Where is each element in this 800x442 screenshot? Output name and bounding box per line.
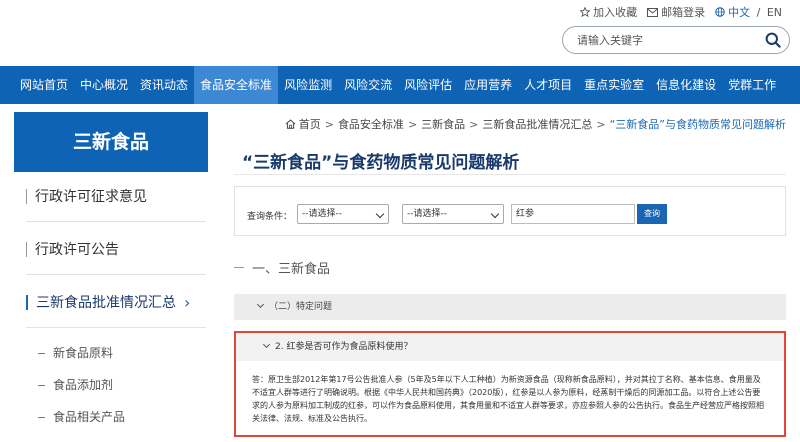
breadcrumb-new-foods[interactable]: 三新食品 xyxy=(421,116,465,132)
chevron-down-icon xyxy=(262,340,271,349)
nav-item-food-safety-standards[interactable]: 食品安全标准 xyxy=(194,66,279,104)
chevron-down-icon xyxy=(490,209,500,219)
category-select-value: --请选择-- xyxy=(302,209,342,219)
breadcrumb-home[interactable]: 首页 xyxy=(299,116,321,132)
breadcrumb-separator: > xyxy=(469,117,479,131)
sidebar-item-license-announcement[interactable]: 行政许可公告 xyxy=(26,239,206,259)
nav-item-informatization[interactable]: 信息化建设 xyxy=(650,66,722,104)
sidebar-item-marker xyxy=(26,241,27,257)
chevron-down-icon xyxy=(256,300,265,309)
sidebar-item-label: 行政许可征求意见 xyxy=(35,189,147,205)
sidebar: 三新食品 行政许可征求意见 行政许可公告 三新食品批准情况汇总 › 新食品原料 … xyxy=(14,112,208,442)
dash-icon xyxy=(234,267,244,268)
home-icon[interactable] xyxy=(285,119,296,129)
breadcrumb-separator: > xyxy=(407,117,418,131)
sidebar-divider xyxy=(26,327,206,328)
sidebar-subitem-label: 食品相关产品 xyxy=(53,410,126,424)
add-favorite-link[interactable]: 加入收藏 xyxy=(580,4,637,20)
breadcrumb: 首页 > 食品安全标准 > 三新食品 > 三新食品批准情况汇总 > “三新食品”… xyxy=(285,116,786,132)
subcategory-select-value: --请选择-- xyxy=(407,209,447,219)
breadcrumb-separator: > xyxy=(596,117,606,131)
mail-icon xyxy=(647,7,659,17)
section-title: 一、三新食品 xyxy=(234,258,330,277)
search-box xyxy=(562,26,790,54)
sidebar-divider xyxy=(26,221,206,222)
lang-zh[interactable]: 中文 xyxy=(728,4,750,20)
sidebar-divider xyxy=(26,274,206,275)
category-select[interactable]: --请选择-- xyxy=(297,204,389,224)
nav-item-news[interactable]: 资讯动态 xyxy=(134,66,194,104)
dash-icon xyxy=(38,417,45,418)
nav-item-overview[interactable]: 中心概况 xyxy=(74,66,134,104)
nav-item-talent-projects[interactable]: 人才项目 xyxy=(518,66,578,104)
main-nav: 网站首页 中心概况 资讯动态 食品安全标准 风险监测 风险交流 风险评估 应用营… xyxy=(0,66,800,104)
query-button[interactable]: 查询 xyxy=(637,204,667,224)
sidebar-subitem-food-related-products[interactable]: 食品相关产品 xyxy=(38,408,125,425)
breadcrumb-food-safety-standards[interactable]: 食品安全标准 xyxy=(338,116,404,132)
chevron-down-icon xyxy=(375,209,385,219)
sidebar-item-label: 三新食品批准情况汇总 xyxy=(36,295,176,311)
page-title: “三新食品”与食药物质常见问题解析 xyxy=(242,153,520,173)
sidebar-item-approval-summary[interactable]: 三新食品批准情况汇总 › xyxy=(26,292,206,312)
nav-item-risk-assessment[interactable]: 风险评估 xyxy=(398,66,458,104)
nav-item-party-work[interactable]: 党群工作 xyxy=(722,66,782,104)
nav-item-risk-communication[interactable]: 风险交流 xyxy=(338,66,398,104)
qa-item-highlighted: 2. 红参是否可作为食品原料使用？ 答：原卫生部2012年第17号公告批准人参（… xyxy=(234,331,786,437)
sidebar-subitem-new-food-materials[interactable]: 新食品原料 xyxy=(38,344,113,361)
subcategory-select[interactable]: --请选择-- xyxy=(402,204,504,224)
section-title-text: 一、三新食品 xyxy=(252,262,331,277)
answer-text: 答：原卫生部2012年第17号公告批准人参（5年及5年以下人工种植）为新资源食品… xyxy=(252,375,764,423)
sidebar-item-marker xyxy=(26,294,28,310)
breadcrumb-separator: > xyxy=(324,117,334,131)
sidebar-title: 三新食品 xyxy=(14,112,208,172)
dash-icon xyxy=(38,353,45,354)
filter-label: 查询条件： xyxy=(247,212,293,222)
star-icon xyxy=(580,7,591,17)
chevron-right-icon: › xyxy=(184,292,191,312)
nav-item-applied-nutrition[interactable]: 应用营养 xyxy=(458,66,518,104)
nav-item-risk-monitoring[interactable]: 风险监测 xyxy=(278,66,338,104)
dash-icon xyxy=(38,385,45,386)
sidebar-subitem-label: 食品添加剂 xyxy=(53,378,114,392)
sidebar-subitem-food-additives[interactable]: 食品添加剂 xyxy=(38,376,113,393)
sidebar-item-marker xyxy=(26,188,27,204)
keyword-input[interactable]: 红参 xyxy=(511,204,635,224)
breadcrumb-approval-summary[interactable]: 三新食品批准情况汇总 xyxy=(482,116,592,132)
sidebar-item-license-consultation[interactable]: 行政许可征求意见 xyxy=(26,186,206,206)
add-favorite-label: 加入收藏 xyxy=(593,6,638,19)
globe-icon xyxy=(715,7,725,17)
mail-login-label: 邮箱登录 xyxy=(661,6,706,19)
top-links: 加入收藏 邮箱登录 中文 / EN xyxy=(580,4,782,20)
filter-panel: 查询条件： --请选择-- --请选择-- 红参 查询 xyxy=(234,186,786,236)
lang-en[interactable]: EN xyxy=(767,6,782,19)
search-icon[interactable] xyxy=(765,32,781,48)
language-switch[interactable]: 中文 / EN xyxy=(715,4,782,20)
question-toggle[interactable]: 2. 红参是否可作为食品原料使用？ xyxy=(236,333,784,361)
title-divider xyxy=(234,174,786,175)
lang-separator: / xyxy=(753,5,764,19)
subsection-title: （二）特定问题 xyxy=(269,302,333,312)
subsection-toggle[interactable]: （二）特定问题 xyxy=(234,294,786,320)
breadcrumb-current: “三新食品”与食药物质常见问题解析 xyxy=(609,118,786,131)
nav-item-home[interactable]: 网站首页 xyxy=(14,66,74,104)
nav-item-key-labs[interactable]: 重点实验室 xyxy=(578,66,650,104)
search-input[interactable] xyxy=(563,33,753,47)
mail-login-link[interactable]: 邮箱登录 xyxy=(647,4,705,20)
question-text: 2. 红参是否可作为食品原料使用？ xyxy=(275,342,413,352)
sidebar-item-label: 行政许可公告 xyxy=(35,242,119,258)
sidebar-subitem-label: 新食品原料 xyxy=(53,346,114,360)
